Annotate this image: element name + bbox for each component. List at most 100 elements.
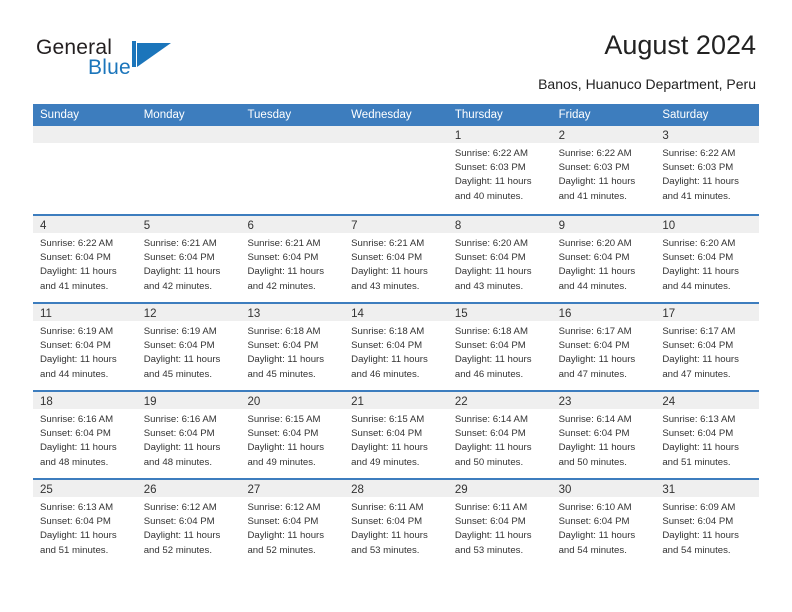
day-number: 17 [662,308,676,320]
calendar-day-cell[interactable]: 1 Sunrise: 6:22 AM Sunset: 6:03 PM Daylight… [447,126,552,214]
daylight-text-line1: Daylight: 11 hours [662,442,739,454]
day-number: 30 [558,484,572,496]
triangle-flag-icon [132,41,174,67]
calendar-day-cell[interactable]: 7 Sunrise: 6:21 AM Sunset: 6:04 PM Daylight… [344,216,448,302]
sunrise-text: Sunrise: 6:12 AM [247,502,321,513]
sunset-text: Sunset: 6:03 PM [662,162,734,174]
calendar-day-cell[interactable]: 13 Sunrise: 6:18 AM Sunset: 6:04 PM Dayligh… [240,304,345,390]
day-sun-info: Sunrise: 6:12 AM Sunset: 6:04 PM Daylight:… [137,497,241,558]
day-sun-info: Sunrise: 6:20 AM Sunset: 6:04 PM Daylight:… [448,233,552,294]
weekday-header-wednesday: Wednesday [351,109,412,121]
daylight-text-line1: Daylight: 11 hours [40,530,117,542]
calendar-day-cell[interactable]: 14 Sunrise: 6:18 AM Sunset: 6:04 PM Dayligh… [344,304,448,390]
day-number-band: 24 [655,392,760,409]
daylight-text-line1: Daylight: 11 hours [40,266,117,278]
calendar-day-cell[interactable]: 24 Sunrise: 6:13 AM Sunset: 6:04 PM Dayligh… [655,392,760,478]
daylight-text-line2: and 53 minutes. [454,544,524,556]
calendar-day-cell[interactable]: 20 Sunrise: 6:15 AM Sunset: 6:04 PM Dayligh… [240,392,345,478]
day-number: 1 [454,130,462,142]
calendar-day-cell[interactable]: 22 Sunrise: 6:14 AM Sunset: 6:04 PM Dayligh… [447,392,552,478]
sunrise-text: Sunrise: 6:10 AM [558,502,632,513]
calendar-day-cell[interactable]: 21 Sunrise: 6:15 AM Sunset: 6:04 PM Dayligh… [344,392,448,478]
day-number: 19 [143,396,157,408]
daylight-text-line2: and 42 minutes. [247,280,316,292]
weekday-header-saturday: Saturday [662,109,709,121]
day-number: 13 [247,308,261,320]
calendar-day-cell[interactable]: 10 Sunrise: 6:20 AM Sunset: 6:04 PM Dayligh… [655,216,760,302]
day-number: 12 [143,308,157,320]
daylight-text-line1: Daylight: 11 hours [558,266,636,278]
day-number-band: 27 [240,480,345,497]
calendar-day-cell[interactable]: 26 Sunrise: 6:12 AM Sunset: 6:04 PM Dayligh… [136,480,241,566]
day-sun-info: Sunrise: 6:14 AM Sunset: 6:04 PM Daylight:… [552,409,656,470]
sunset-text: Sunset: 6:04 PM [247,516,319,528]
daylight-text-line1: Daylight: 11 hours [40,442,117,454]
day-number-band: 4 [33,216,137,233]
calendar-day-cell[interactable]: 4 Sunrise: 6:22 AM Sunset: 6:04 PM Daylight… [33,216,137,302]
calendar-day-cell[interactable]: 8 Sunrise: 6:20 AM Sunset: 6:04 PM Daylight… [447,216,552,302]
calendar-day-cell[interactable]: 17 Sunrise: 6:17 AM Sunset: 6:04 PM Dayligh… [655,304,760,390]
calendar-day-cell[interactable]: 6 Sunrise: 6:21 AM Sunset: 6:04 PM Daylight… [240,216,345,302]
day-number: 26 [143,484,157,496]
calendar-day-cell[interactable]: 15 Sunrise: 6:18 AM Sunset: 6:04 PM Dayligh… [447,304,552,390]
calendar-day-cell[interactable]: 18 Sunrise: 6:16 AM Sunset: 6:04 PM Dayligh… [33,392,137,478]
day-sun-info: Sunrise: 6:16 AM Sunset: 6:04 PM Daylight:… [137,409,241,470]
sunrise-text: Sunrise: 6:13 AM [662,414,736,425]
daylight-text-line2: and 52 minutes. [247,544,316,556]
daylight-text-line1: Daylight: 11 hours [351,266,428,278]
calendar-day-cell[interactable]: 3 Sunrise: 6:22 AM Sunset: 6:03 PM Daylight… [655,126,760,214]
brand-logo[interactable]: General Blue [36,36,226,88]
daylight-text-line2: and 41 minutes. [662,190,731,202]
sunrise-text: Sunrise: 6:20 AM [558,238,632,249]
sunset-text: Sunset: 6:04 PM [558,340,630,352]
daylight-text-line2: and 45 minutes. [247,368,316,380]
calendar-day-cell[interactable]: 9 Sunrise: 6:20 AM Sunset: 6:04 PM Daylight… [551,216,656,302]
daylight-text-line1: Daylight: 11 hours [558,530,636,542]
day-number-band: 31 [655,480,760,497]
day-number-band: 13 [240,304,345,321]
day-sun-info: Sunrise: 6:15 AM Sunset: 6:04 PM Daylight:… [344,409,448,470]
day-number-band: 28 [344,480,448,497]
sunrise-text: Sunrise: 6:18 AM [247,326,321,337]
calendar-day-cell[interactable]: 28 Sunrise: 6:11 AM Sunset: 6:04 PM Dayligh… [344,480,448,566]
calendar-day-cell[interactable]: 19 Sunrise: 6:16 AM Sunset: 6:04 PM Dayligh… [136,392,241,478]
calendar-day-cell[interactable]: 25 Sunrise: 6:13 AM Sunset: 6:04 PM Dayligh… [33,480,137,566]
calendar-day-cell[interactable]: 29 Sunrise: 6:11 AM Sunset: 6:04 PM Dayligh… [447,480,552,566]
sunset-text: Sunset: 6:04 PM [662,428,734,440]
day-sun-info: Sunrise: 6:20 AM Sunset: 6:04 PM Daylight:… [655,233,759,294]
calendar-day-cell[interactable]: 2 Sunrise: 6:22 AM Sunset: 6:03 PM Daylight… [551,126,656,214]
sunrise-text: Sunrise: 6:17 AM [662,326,736,337]
sunrise-text: Sunrise: 6:16 AM [40,414,114,425]
day-number-band: 10 [655,216,760,233]
sunrise-text: Sunrise: 6:14 AM [558,414,632,425]
calendar-day-cell[interactable]: 5 Sunrise: 6:21 AM Sunset: 6:04 PM Daylight… [136,216,241,302]
calendar-day-cell[interactable]: 31 Sunrise: 6:09 AM Sunset: 6:04 PM Dayligh… [655,480,760,566]
daylight-text-line1: Daylight: 11 hours [143,530,221,542]
daylight-text-line1: Daylight: 11 hours [558,354,636,366]
daylight-text-line2: and 47 minutes. [662,368,731,380]
daylight-text-line1: Daylight: 11 hours [247,442,325,454]
calendar-day-cell[interactable]: 30 Sunrise: 6:10 AM Sunset: 6:04 PM Dayligh… [551,480,656,566]
day-sun-info: Sunrise: 6:10 AM Sunset: 6:04 PM Daylight:… [552,497,656,558]
sunrise-text: Sunrise: 6:18 AM [351,326,425,337]
sunrise-text: Sunrise: 6:22 AM [454,148,528,159]
day-number: 29 [454,484,468,496]
sunset-text: Sunset: 6:04 PM [143,428,215,440]
sunset-text: Sunset: 6:04 PM [351,516,423,528]
sunset-text: Sunset: 6:04 PM [143,252,215,264]
calendar-day-cell[interactable]: 12 Sunrise: 6:19 AM Sunset: 6:04 PM Dayligh… [136,304,241,390]
day-sun-info: Sunrise: 6:13 AM Sunset: 6:04 PM Daylight:… [655,409,759,470]
calendar-day-cell[interactable]: 16 Sunrise: 6:17 AM Sunset: 6:04 PM Dayligh… [551,304,656,390]
sunrise-text: Sunrise: 6:16 AM [143,414,217,425]
calendar-day-cell[interactable]: 27 Sunrise: 6:12 AM Sunset: 6:04 PM Dayligh… [240,480,345,566]
day-number-band [33,126,137,143]
day-number: 21 [351,396,364,408]
day-number-band [344,126,448,143]
calendar-day-cell[interactable]: 11 Sunrise: 6:19 AM Sunset: 6:04 PM Dayligh… [33,304,137,390]
weekday-header-thursday: Thursday [454,109,503,121]
sunrise-text: Sunrise: 6:21 AM [143,238,217,249]
day-number: 11 [40,308,52,320]
day-sun-info: Sunrise: 6:18 AM Sunset: 6:04 PM Daylight:… [240,321,344,382]
calendar-day-cell[interactable]: 23 Sunrise: 6:14 AM Sunset: 6:04 PM Dayligh… [551,392,656,478]
daylight-text-line1: Daylight: 11 hours [454,442,532,454]
